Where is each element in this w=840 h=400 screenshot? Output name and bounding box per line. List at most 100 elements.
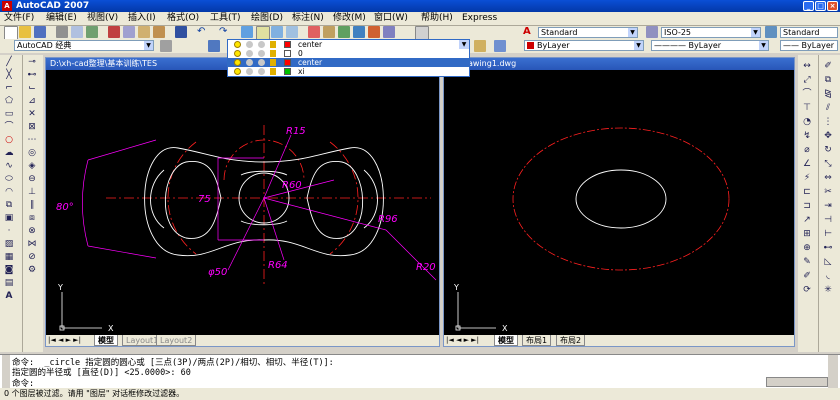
array-icon[interactable]: ⋮ — [822, 117, 834, 128]
join-icon[interactable]: ⊷ — [822, 243, 834, 254]
snap-insert-icon[interactable]: ⧈ — [26, 213, 38, 224]
rotate-icon[interactable]: ↻ — [822, 145, 834, 156]
snap-nearest-icon[interactable]: ⋈ — [26, 239, 38, 250]
copy-object-icon[interactable]: ⧉ — [822, 75, 834, 86]
menu-insert[interactable]: 插入(I) — [128, 12, 156, 25]
snap-tangent-icon[interactable]: ⊖ — [26, 174, 38, 185]
snap-intersection-icon[interactable]: ✕ — [26, 109, 38, 120]
dim-update-icon[interactable]: ⟳ — [801, 285, 813, 296]
left-drawing-window[interactable]: D:\xh-cad整理\基本训练\TES R15 R60 R96 R20 R64… — [45, 57, 440, 347]
layer-lock-icon[interactable] — [270, 50, 276, 57]
markup-icon[interactable] — [368, 26, 380, 38]
new-icon[interactable] — [4, 26, 18, 40]
tab-model-right[interactable]: 模型 — [494, 335, 518, 346]
construction-line-icon[interactable]: ╳ — [3, 70, 15, 81]
zoom-window-icon[interactable] — [271, 26, 283, 38]
command-vertical-scrollbar[interactable] — [828, 355, 838, 389]
offset-icon[interactable]: ⫽ — [822, 103, 834, 114]
snap-apparent-icon[interactable]: ⊠ — [26, 122, 38, 133]
insert-block-icon[interactable]: ⧉ — [3, 200, 15, 211]
ellipse-arc-icon[interactable]: ◠ — [3, 187, 15, 198]
tab-layout2[interactable]: Layout2 — [156, 335, 197, 346]
menu-view[interactable]: 视图(V) — [87, 12, 118, 25]
block-editor-icon[interactable] — [175, 26, 187, 38]
extend-icon[interactable]: ⇥ — [822, 201, 834, 212]
maximize-button[interactable]: □ — [815, 1, 826, 11]
layer-on-icon[interactable] — [234, 41, 241, 48]
dim-linear-icon[interactable]: ↔ — [801, 61, 813, 72]
left-drawing-canvas[interactable]: R15 R60 R96 R20 R64 φ50 75 80° Y X — [46, 70, 439, 335]
menu-edit[interactable]: 编辑(E) — [46, 12, 77, 25]
quick-dim-icon[interactable]: ⚡ — [801, 173, 813, 184]
dim-edit-icon[interactable]: ✎ — [801, 257, 813, 268]
osnap-settings-icon[interactable]: ⚙ — [26, 265, 38, 276]
layer-lock-icon[interactable] — [270, 68, 276, 75]
quickcalc-icon[interactable] — [383, 26, 395, 38]
make-block-icon[interactable]: ▣ — [3, 213, 15, 224]
menu-modify[interactable]: 修改(M) — [333, 12, 366, 25]
menu-draw[interactable]: 绘图(D) — [251, 12, 283, 25]
move-icon[interactable]: ✥ — [822, 131, 834, 142]
menu-tools[interactable]: 工具(T) — [210, 12, 241, 25]
quick-leader-icon[interactable]: ↗ — [801, 215, 813, 226]
hatch-icon[interactable]: ▨ — [3, 239, 15, 250]
dim-radius-icon[interactable]: ◔ — [801, 117, 813, 128]
menu-express[interactable]: Express — [462, 12, 497, 25]
trim-icon[interactable]: ✂ — [822, 187, 834, 198]
copy-icon[interactable] — [123, 26, 135, 38]
snap-node-icon[interactable]: ⊗ — [26, 226, 38, 237]
match-properties-icon[interactable] — [153, 26, 165, 38]
tolerance-icon[interactable]: ⊞ — [801, 229, 813, 240]
circle-icon[interactable]: ○ — [3, 135, 15, 146]
layer-on-icon[interactable] — [234, 68, 241, 75]
layer-row[interactable]: center ▼ — [228, 40, 469, 49]
revision-cloud-icon[interactable]: ☁ — [3, 148, 15, 159]
polyline-icon[interactable]: ⌐ — [3, 83, 15, 94]
cut-icon[interactable] — [108, 26, 120, 38]
dim-ordinate-icon[interactable]: ⊤ — [801, 103, 813, 114]
linetype-select[interactable]: ———— ByLayer ▼ — [651, 40, 769, 51]
table-style-icon[interactable] — [765, 26, 777, 38]
arc-icon[interactable]: ⌒ — [3, 122, 15, 133]
right-drawing-canvas[interactable]: Y X — [444, 70, 794, 335]
layer-lock-icon[interactable] — [270, 41, 276, 48]
layer-viewport-freeze-icon[interactable] — [258, 68, 265, 75]
snap-perpendicular-icon[interactable]: ⊥ — [26, 187, 38, 198]
layer-dropdown[interactable]: center ▼ 0 center xi — [227, 39, 470, 77]
tool-palettes-icon[interactable] — [338, 26, 350, 38]
color-select[interactable]: ByLayer ▼ — [524, 40, 644, 51]
layer-viewport-freeze-icon[interactable] — [258, 41, 265, 48]
properties-icon[interactable] — [308, 26, 320, 38]
fillet-icon[interactable]: ◟ — [822, 271, 834, 282]
layer-previous-icon[interactable] — [474, 40, 486, 52]
table-icon[interactable]: ▤ — [3, 278, 15, 289]
menu-window[interactable]: 窗口(W) — [374, 12, 408, 25]
tab-layout2-right[interactable]: 布局2 — [556, 335, 586, 346]
mirror-icon[interactable]: ⧎ — [822, 89, 834, 100]
menu-format[interactable]: 格式(O) — [167, 12, 199, 25]
snap-none-icon[interactable]: ⊘ — [26, 252, 38, 263]
rectangle-icon[interactable]: ▭ — [3, 109, 15, 120]
lineweight-select[interactable]: —— ByLayer — [780, 40, 838, 51]
snap-from-icon[interactable]: ⊷ — [26, 70, 38, 81]
plot-preview-icon[interactable] — [71, 26, 83, 38]
table-style-select[interactable]: Standard — [780, 27, 838, 38]
tab-scroll-icons-right[interactable]: |◄ ◄ ► ►| — [446, 335, 479, 346]
tab-layout1-right[interactable]: 布局1 — [522, 335, 552, 346]
point-icon[interactable]: · — [3, 226, 15, 237]
snap-midpoint-icon[interactable]: ⊿ — [26, 96, 38, 107]
break-at-point-icon[interactable]: ⊣ — [822, 215, 834, 226]
tab-scroll-icons[interactable]: |◄ ◄ ► ►| — [48, 335, 81, 346]
explode-icon[interactable]: ✳ — [822, 285, 834, 296]
save-icon[interactable] — [34, 26, 46, 38]
command-scrollbar[interactable] — [766, 377, 828, 387]
zoom-realtime-icon[interactable] — [256, 26, 270, 40]
menu-dimension[interactable]: 标注(N) — [292, 12, 324, 25]
command-window[interactable]: 命令: _circle 指定圆的圆心或 [三点(3P)/两点(2P)/相切、相切… — [0, 354, 840, 389]
dim-continue-icon[interactable]: ⊐ — [801, 201, 813, 212]
chevron-down-icon[interactable]: ▼ — [459, 40, 469, 49]
help-icon[interactable] — [415, 26, 429, 40]
paste-icon[interactable] — [138, 26, 150, 38]
menu-help[interactable]: 帮助(H) — [421, 12, 453, 25]
tab-model[interactable]: 模型 — [94, 335, 118, 346]
